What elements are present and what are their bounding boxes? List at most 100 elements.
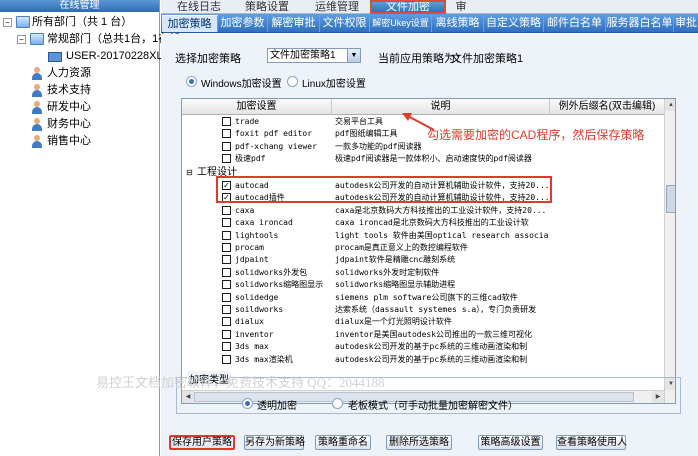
- checkbox[interactable]: [222, 317, 231, 327]
- scroll-up-icon[interactable]: ▲: [665, 99, 675, 111]
- checkbox[interactable]: [222, 354, 231, 364]
- table-row[interactable]: 3ds max autodesk公司开发的基于pc系统的三维动画渲染和制: [182, 341, 664, 353]
- tree-node-finance[interactable]: 财务中心: [0, 116, 159, 133]
- table-row[interactable]: caxa ironcad caxa ironcad是北京数码大方科技推出的工业设计…: [182, 217, 664, 229]
- checkbox[interactable]: [222, 117, 231, 126]
- tab-custom-policy[interactable]: 自定义策略: [484, 15, 544, 32]
- policy-dropdown[interactable]: 文件加密策略1 ▼: [267, 48, 361, 63]
- user-group-icon: [31, 118, 43, 131]
- checkbox[interactable]: [222, 342, 231, 352]
- rename-policy-button[interactable]: 策略重命名: [315, 435, 371, 450]
- user-group-icon: [31, 84, 43, 97]
- checkbox[interactable]: [222, 218, 231, 228]
- boss-mode-radio[interactable]: [332, 398, 343, 409]
- tab-file-encryption[interactable]: 文件加密: [372, 0, 444, 14]
- program-description: inventor是美国autodesk公司推出的一款三维可视化: [335, 329, 533, 339]
- policy-dropdown-value: 文件加密策略1: [270, 50, 336, 61]
- tab-ukey-settings[interactable]: 解密Ukey设置: [370, 15, 432, 32]
- chevron-down-icon[interactable]: ▼: [347, 49, 360, 62]
- table-row[interactable]: 3ds max渲染机 autodesk公司开发的基于pc系统的三维动画渲染和制: [182, 354, 664, 366]
- checkbox[interactable]: [222, 141, 231, 151]
- col-header-setting[interactable]: 加密设置: [182, 99, 332, 115]
- tree-node-rd[interactable]: 研发中心: [0, 99, 159, 116]
- group-row[interactable]: ⊟ 工程设计: [182, 167, 664, 179]
- delete-policy-button[interactable]: 删除所选策略: [386, 435, 452, 450]
- program-name: dialux: [235, 317, 264, 327]
- transparent-encrypt-radio[interactable]: [242, 398, 253, 409]
- table-row[interactable]: solidworks缩略图显示 solidworks缩略图显示辅助进程: [182, 279, 664, 291]
- program-name: procam: [235, 243, 264, 252]
- table-row[interactable]: 极速pdf 极速pdf阅读器是一款体积小、启动速度快的pdf阅读器: [182, 153, 664, 165]
- checkbox-checked[interactable]: ✓: [222, 193, 231, 203]
- checkbox[interactable]: [222, 280, 231, 290]
- table-row[interactable]: inventor inventor是美国autodesk公司推出的一款三维可视化: [182, 329, 664, 341]
- tab-approval[interactable]: 审批: [674, 15, 698, 32]
- table-row[interactable]: solidworks外发包 solidworks外发时定制软件: [182, 267, 664, 279]
- checkbox[interactable]: [222, 329, 231, 339]
- table-row[interactable]: lightools light tools 软件由美国optical resear…: [182, 230, 664, 242]
- tree-node-sales[interactable]: 销售中心: [0, 133, 159, 150]
- tab-ops-management[interactable]: 运维管理: [307, 0, 367, 14]
- col-header-desc[interactable]: 说明: [332, 99, 550, 115]
- tab-policy-settings[interactable]: 策略设置: [237, 0, 297, 14]
- checkbox[interactable]: [222, 292, 231, 302]
- sub-tab-bar: 加密策略 加密参数 解密审批 文件权限 解密Ukey设置 离线策略 自定义策略 …: [161, 14, 698, 33]
- tree-label: 所有部门（共 1 台）: [32, 16, 133, 28]
- linux-radio[interactable]: [287, 76, 298, 87]
- tab-mail-whitelist[interactable]: 邮件白名单: [544, 15, 606, 32]
- collapse-icon[interactable]: −: [17, 35, 26, 44]
- tab-audit[interactable]: 审: [451, 0, 471, 14]
- tab-server-whitelist[interactable]: 服务器白名单: [606, 15, 674, 32]
- save-as-new-policy-button[interactable]: 另存为新策略: [244, 435, 305, 450]
- table-row[interactable]: dialux dialux是一个灯光照明设计软件: [182, 316, 664, 328]
- tree-node-regular[interactable]: − 常规部门（总共1台，1在线): [0, 31, 184, 48]
- checkbox[interactable]: [222, 205, 231, 215]
- view-policy-users-button[interactable]: 查看策略使用人: [556, 435, 627, 450]
- tab-encryption-policy[interactable]: 加密策略: [162, 15, 218, 32]
- program-name: 3ds max渲染机: [235, 354, 293, 364]
- table-row[interactable]: soildworks 达索系统（dassault systemes s.a），专门…: [182, 304, 664, 316]
- checkbox[interactable]: [222, 129, 231, 139]
- tree-node-computer[interactable]: USER-20170228XL: [0, 48, 163, 65]
- program-name: solidworks缩略图显示: [235, 280, 324, 290]
- col-header-exception[interactable]: 例外后缀名(双击编辑): [550, 99, 664, 115]
- windows-radio[interactable]: [186, 76, 197, 87]
- tab-encryption-params[interactable]: 加密参数: [218, 15, 268, 32]
- table-row[interactable]: procam procam是真正意义上的数控编程软件: [182, 242, 664, 254]
- checkbox[interactable]: [222, 243, 231, 252]
- scroll-thumb[interactable]: [666, 185, 675, 213]
- table-row[interactable]: caxa caxa是北京数码大方科技推出的工业设计软件，支持20...: [182, 205, 664, 217]
- program-name: caxa: [235, 205, 255, 215]
- vertical-scrollbar[interactable]: ▲ ▼: [664, 99, 675, 403]
- tab-decrypt-approval[interactable]: 解密审批: [268, 15, 320, 32]
- tree-node-hr[interactable]: 人力资源: [0, 65, 159, 82]
- checkbox[interactable]: [222, 305, 231, 314]
- checkbox[interactable]: [222, 255, 231, 265]
- table-row[interactable]: ✓ autocad插件 autodesk公司开发的自动计算机辅助设计软件，支持20.…: [182, 192, 664, 204]
- advanced-settings-button[interactable]: 策略高级设置: [478, 435, 543, 450]
- checkbox[interactable]: [222, 230, 231, 240]
- program-name: autocad插件: [235, 193, 285, 203]
- user-group-icon: [31, 67, 43, 80]
- tree-node-all[interactable]: − 所有部门（共 1 台）: [0, 14, 159, 31]
- tab-offline-policy[interactable]: 离线策略: [432, 15, 484, 32]
- program-description: 达索系统（dassault systemes s.a），专门负责研发: [335, 305, 537, 314]
- checkbox[interactable]: [222, 154, 231, 164]
- save-user-policy-button[interactable]: 保存用户策略: [169, 435, 235, 450]
- tab-online-log[interactable]: 在线日志: [169, 0, 229, 14]
- tree-node-support[interactable]: 技术支持: [0, 82, 159, 99]
- tree-label: 研发中心: [47, 101, 91, 113]
- program-name: 3ds max: [235, 342, 269, 352]
- table-row[interactable]: jdpaint jdpaint软件是精雕cnc雕刻系统: [182, 254, 664, 266]
- collapse-icon[interactable]: −: [3, 18, 12, 27]
- checkbox[interactable]: [222, 267, 231, 277]
- tab-file-permissions[interactable]: 文件权限: [320, 15, 370, 32]
- checkbox-checked[interactable]: ✓: [222, 181, 231, 190]
- folder-icon: [16, 16, 30, 28]
- table-row[interactable]: ✓ autocad autodesk公司开发的自动计算机辅助设计软件，支持20...: [182, 180, 664, 192]
- group-collapse-icon[interactable]: ⊟: [186, 168, 193, 177]
- table-row[interactable]: solidedge siemens plm software公司旗下的三维cad软…: [182, 292, 664, 304]
- program-name: autocad: [235, 181, 269, 190]
- tree-label: 技术支持: [47, 84, 91, 96]
- department-tree: − 所有部门（共 1 台） − 常规部门（总共1台，1在线) USER-2017…: [0, 12, 184, 150]
